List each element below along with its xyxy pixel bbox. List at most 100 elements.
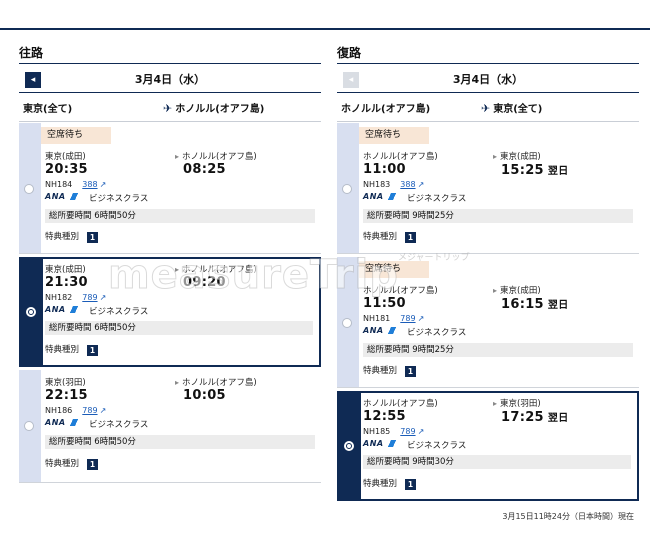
award-type: 特典種別 1 [363,230,417,243]
aircraft-link[interactable]: 789 [82,406,97,415]
waitlist-badge: 空席待ち [359,127,429,144]
next-day-label: 翌日 [547,300,569,311]
award-type: 特典種別 1 [363,364,417,377]
return-column: 復路 3月4日（水） ◂ ホノルル(オアフ島) ✈ 東京(全て) 空席待ち ホノル… [337,44,639,501]
plane-icon: ✈ [481,102,491,115]
flight-radio[interactable] [342,318,352,328]
award-type-badge[interactable]: 1 [87,232,99,243]
flight-option[interactable]: 空席待ち ホノルル(オアフ島) 東京(成田) 11:50 16:15翌日 NH1… [337,257,639,388]
flight-radio[interactable] [26,307,36,317]
flight-radio[interactable] [342,184,352,194]
cabin-class: ビジネスクラス [407,328,467,338]
ana-logo: ANA [363,192,399,201]
arrival-time: 10:05 [183,388,226,403]
departure-airport: ホノルル(オアフ島) [363,286,438,296]
ana-logo: ANA [363,326,399,335]
total-duration: 総所要時間 6時間50分 [45,321,313,335]
next-day-label: 翌日 [547,166,569,177]
total-duration: 総所要時間 6時間50分 [45,435,315,449]
prev-day-button-disabled: ◂ [343,72,359,88]
departure-time: 21:30 [45,275,88,290]
departure-airport: ホノルル(オアフ島) [363,399,438,409]
route-origin: 東京(全て) [23,104,73,115]
prev-day-button[interactable]: ◂ [25,72,41,88]
route-origin: ホノルル(オアフ島) [341,104,431,115]
award-type-badge[interactable]: 1 [87,345,99,356]
award-type: 特典種別 1 [363,477,417,490]
flight-option-selected[interactable]: 東京(成田) ホノルル(オアフ島) 21:30 09:20 NH182789↗ … [19,257,321,367]
departure-airport: 東京(羽田) [45,378,86,388]
total-duration: 総所要時間 9時間30分 [363,455,631,469]
divider [337,63,639,64]
departure-airport: 東京(成田) [45,152,86,162]
award-type: 特典種別 1 [45,457,99,470]
award-type-badge[interactable]: 1 [87,459,99,470]
arrival-time: 15:25 翌日 [501,163,569,178]
aircraft-link[interactable]: 388 [82,180,97,189]
external-link-icon: ↗ [99,180,107,189]
flight-number: NH183 388 ↗ [363,180,425,189]
external-link-icon: ↗ [99,293,107,302]
outbound-heading: 往路 [19,46,44,60]
last-updated-timestamp: 3月15日11時24分（日本時間）現在 [502,512,634,521]
outbound-route: 東京(全て) ✈ ホノルル(オアフ島) [19,93,321,122]
flight-number: NH186 789 ↗ [45,406,107,415]
ana-logo: ANA [363,439,399,448]
flight-option[interactable]: 東京(羽田) ホノルル(オアフ島) 22:15 10:05 NH186789↗ … [19,370,321,483]
cabin-class: ビジネスクラス [407,194,467,204]
flight-number: NH182 789 ↗ [45,293,107,302]
ana-logo: ANA [45,192,81,201]
aircraft-link[interactable]: 789 [400,314,415,323]
ana-logo: ANA [45,305,81,314]
outbound-date-bar: 3月4日（水） ◂ [19,68,321,93]
award-type-badge[interactable]: 1 [405,232,417,243]
watermark-subtitle: メジャートリップ [398,253,470,263]
waitlist-badge: 空席待ち [41,127,111,144]
arrival-airport: ホノルル(オアフ島) [175,263,257,275]
external-link-icon: ↗ [417,180,425,189]
divider [19,63,321,64]
arrival-time: 08:25 [183,162,226,177]
flight-number: NH185 789 ↗ [363,427,425,436]
flight-radio[interactable] [24,421,34,431]
departure-time: 11:00 [363,162,406,177]
cabin-class: ビジネスクラス [89,307,149,317]
return-route: ホノルル(オアフ島) ✈ 東京(全て) [337,93,639,122]
arrival-airport: 東京(成田) [493,150,541,162]
external-link-icon: ↗ [417,427,425,436]
departure-airport: ホノルル(オアフ島) [363,152,438,162]
return-heading: 復路 [337,46,362,60]
arrival-time: 16:15 翌日 [501,297,569,312]
total-duration: 総所要時間 9時間25分 [363,209,633,223]
flight-number: NH181 789 ↗ [363,314,425,323]
departure-airport: 東京(成田) [45,265,86,275]
route-destination: ✈ 東京(全て) [481,102,543,115]
flight-option-selected[interactable]: ホノルル(オアフ島) 東京(羽田) 12:55 17:25翌日 NH185789… [337,391,639,501]
arrival-airport: ホノルル(オアフ島) [175,150,257,162]
arrival-airport: ホノルル(オアフ島) [175,376,257,388]
award-type-badge[interactable]: 1 [405,366,417,377]
flight-radio[interactable] [24,184,34,194]
flight-radio[interactable] [344,441,354,451]
aircraft-link[interactable]: 789 [82,293,97,302]
outbound-column: 往路 3月4日（水） ◂ 東京(全て) ✈ ホノルル(オアフ島) 空席待ち 東京(… [19,44,321,483]
external-link-icon: ↗ [417,314,425,323]
departure-time: 20:35 [45,162,88,177]
cabin-class: ビジネスクラス [407,441,467,451]
departure-time: 22:15 [45,388,88,403]
total-duration: 総所要時間 9時間25分 [363,343,633,357]
arrival-time: 17:25 翌日 [501,410,569,425]
award-type-badge[interactable]: 1 [405,479,417,490]
flight-option[interactable]: 空席待ち 東京(成田) ホノルル(オアフ島) 20:35 08:25 NH184… [19,123,321,254]
waitlist-badge: 空席待ち [359,261,429,278]
ana-logo: ANA [45,418,81,427]
arrival-airport: 東京(成田) [493,284,541,296]
arrival-airport: 東京(羽田) [493,397,541,409]
next-day-label: 翌日 [547,413,569,424]
aircraft-link[interactable]: 388 [400,180,415,189]
total-duration: 総所要時間 6時間50分 [45,209,315,223]
external-link-icon: ↗ [99,406,107,415]
aircraft-link[interactable]: 789 [400,427,415,436]
flight-option[interactable]: 空席待ち ホノルル(オアフ島) 東京(成田) 11:00 15:25翌日 NH1… [337,123,639,254]
arrival-time: 09:20 [183,275,226,290]
